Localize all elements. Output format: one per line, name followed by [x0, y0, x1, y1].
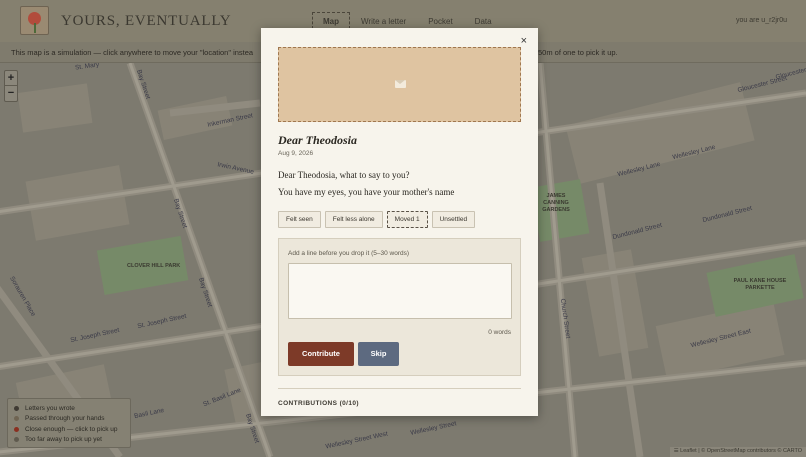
reaction-felt-less-alone[interactable]: Felt less alone: [324, 211, 383, 228]
map-attribution[interactable]: ☰ Leaflet | © OpenStreetMap contributors…: [669, 447, 806, 457]
add-line-label: Add a line before you drop it (5–30 word…: [288, 250, 410, 257]
legend-item: Too far away to pick up yet: [14, 435, 124, 446]
app-title: YOURS, EVENTUALLY: [61, 13, 232, 29]
close-icon[interactable]: ×: [521, 36, 527, 47]
legend-label: Letters you wrote: [25, 404, 75, 412]
info-text: This map is a simulation — click anywher…: [11, 48, 254, 57]
letter-date: Aug 9, 2026: [278, 150, 314, 157]
add-line-textarea[interactable]: [288, 263, 512, 319]
reaction-chips: Felt seen Felt less alone Moved 1 Unsett…: [278, 211, 476, 228]
letter-modal: × Dear Theodosia Aug 9, 2026 Dear Theodo…: [261, 28, 538, 416]
word-count: 0 words: [488, 329, 511, 336]
reaction-unsettled[interactable]: Unsettled: [431, 211, 476, 228]
letter-image: [278, 47, 521, 122]
envelope-icon: [395, 80, 406, 88]
tab-data[interactable]: Data: [464, 12, 503, 29]
letter-line: Dear Theodosia, what to say to you?: [278, 170, 410, 180]
divider: [278, 388, 521, 389]
contributions-heading[interactable]: CONTRIBUTIONS (0/10): [278, 400, 359, 407]
legend-item: Letters you wrote: [14, 403, 124, 414]
legend-dot: [14, 426, 19, 432]
legend-item: Close enough — click to pick up: [14, 424, 124, 435]
zoom-out-button[interactable]: −: [5, 86, 17, 101]
reaction-moved[interactable]: Moved 1: [386, 211, 428, 228]
legend-dot: [14, 416, 19, 422]
main-nav: Map Write a letter Pocket Data: [312, 12, 503, 29]
legend-label: Too far away to pick up yet: [25, 436, 102, 444]
legend-item: Passed through your hands: [14, 414, 124, 425]
zoom-control: + −: [4, 70, 18, 102]
map-legend: Letters you wrote Passed through your ha…: [7, 398, 131, 448]
legend-dot: [14, 437, 19, 443]
park-label: PAUL KANE HOUSE PARKETTE: [733, 278, 787, 291]
legend-label: Passed through your hands: [25, 415, 105, 423]
legend-label: Close enough — click to pick up: [25, 425, 118, 433]
add-line-panel: Add a line before you drop it (5–30 word…: [278, 238, 521, 376]
letter-line: You have my eyes, you have your mother's…: [278, 187, 455, 197]
tab-pocket[interactable]: Pocket: [417, 12, 463, 29]
info-text-tail: 50m of one to pick it up.: [538, 48, 618, 57]
letter-greeting: Dear Theodosia: [278, 133, 357, 147]
skip-button[interactable]: Skip: [358, 342, 399, 366]
park-label: JAMES CANNING GARDENS: [542, 193, 570, 213]
user-id: you are u_r2jr0u: [736, 17, 787, 24]
contribute-button[interactable]: Contribute: [288, 342, 354, 366]
tab-write-letter[interactable]: Write a letter: [350, 12, 417, 29]
tab-map[interactable]: Map: [312, 12, 350, 29]
logo-icon: [20, 6, 49, 35]
legend-dot: [14, 405, 19, 411]
reaction-felt-seen[interactable]: Felt seen: [278, 211, 321, 228]
park-label: CLOVER HILL PARK: [127, 263, 181, 269]
zoom-in-button[interactable]: +: [5, 71, 17, 86]
